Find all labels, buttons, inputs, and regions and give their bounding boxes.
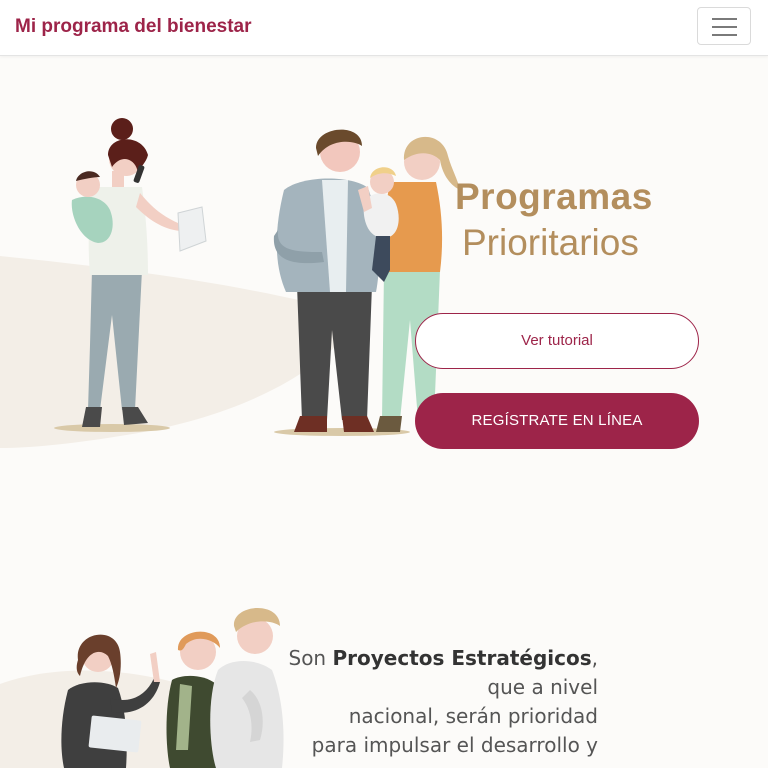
register-online-button[interactable]: REGÍSTRATE EN LÍNEA: [415, 393, 699, 449]
site-brand[interactable]: Mi programa del bienestar: [15, 16, 252, 38]
hero-title-prioritarios: Prioritarios: [462, 222, 639, 263]
hero-title-programas: Programas: [455, 176, 653, 217]
strategic-projects-text: Son Proyectos Estratégicos, que a nivel …: [270, 644, 599, 760]
top-navbar: Mi programa del bienestar: [0, 0, 768, 56]
strategic-bold: Proyectos Estratégicos: [332, 646, 592, 670]
menu-toggle-button[interactable]: [697, 7, 751, 45]
group-of-people-illustration: [61, 607, 284, 768]
strategic-prefix: Son: [288, 646, 327, 670]
ver-tutorial-button[interactable]: Ver tutorial: [415, 313, 699, 369]
mother-with-baby-illustration: [54, 118, 207, 432]
strategic-line2: nacional, serán prioridad: [348, 704, 598, 728]
strategic-line3: para impulsar el desarrollo y: [311, 733, 598, 757]
family-illustration: [273, 129, 460, 436]
